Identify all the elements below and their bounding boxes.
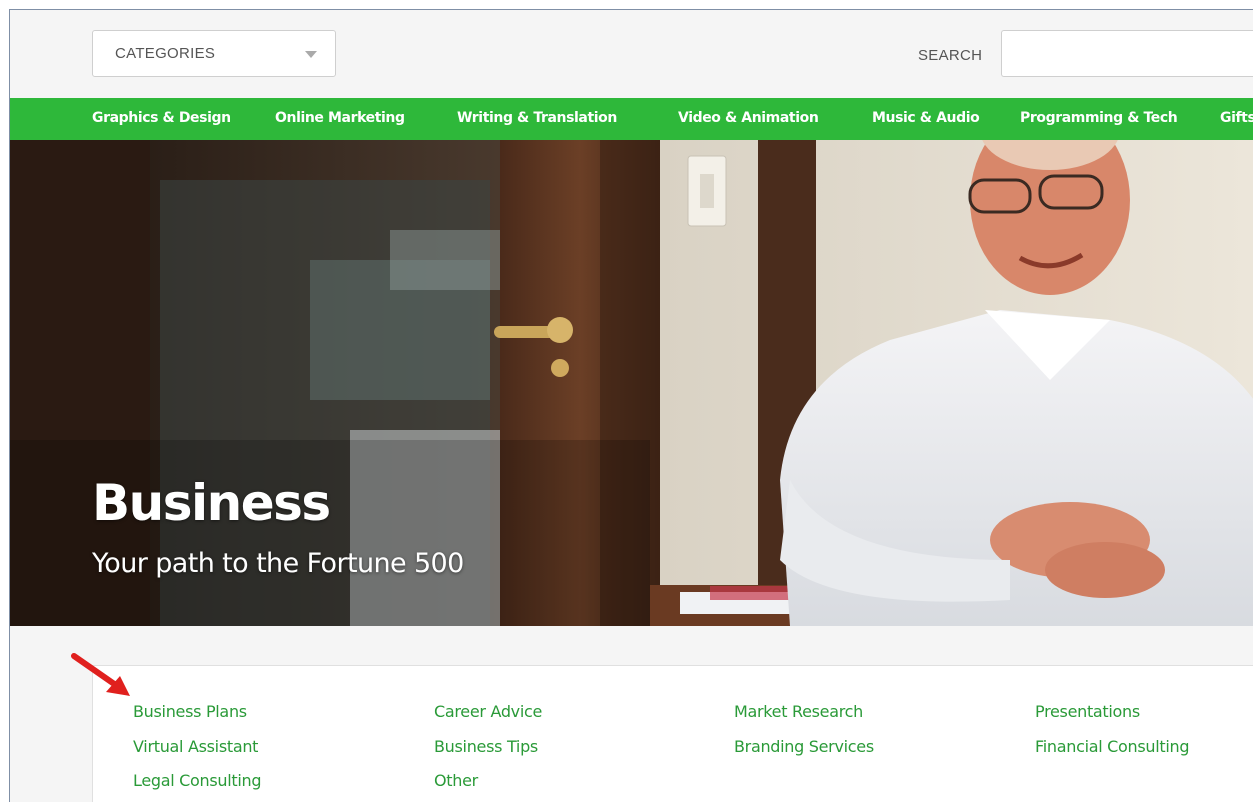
red-arrow-icon <box>71 653 130 696</box>
subcategory-financial-consulting[interactable]: Financial Consulting <box>1035 737 1190 756</box>
nav-item-gifts[interactable]: Gifts <box>1220 110 1253 126</box>
categories-label: CATEGORIES <box>115 45 216 62</box>
nav-item-music-audio[interactable]: Music & Audio <box>872 110 980 126</box>
caret-down-icon <box>305 51 317 58</box>
subcategory-other[interactable]: Other <box>434 771 478 790</box>
subcategory-virtual-assistant[interactable]: Virtual Assistant <box>133 737 258 756</box>
category-nav: Graphics & Design Online Marketing Writi… <box>10 98 1253 140</box>
subcategory-presentations[interactable]: Presentations <box>1035 702 1140 721</box>
subcategory-market-research[interactable]: Market Research <box>734 702 863 721</box>
search-input[interactable] <box>1001 30 1253 77</box>
subcategory-business-tips[interactable]: Business Tips <box>434 737 538 756</box>
categories-dropdown[interactable]: CATEGORIES <box>92 30 336 77</box>
top-bar: CATEGORIES SEARCH <box>10 10 1253 98</box>
nav-item-online-marketing[interactable]: Online Marketing <box>275 110 405 126</box>
nav-item-writing-translation[interactable]: Writing & Translation <box>457 110 617 126</box>
nav-item-graphics-design[interactable]: Graphics & Design <box>92 110 231 126</box>
search-label: SEARCH <box>918 47 983 64</box>
nav-item-video-animation[interactable]: Video & Animation <box>678 110 819 126</box>
subcategory-business-plans[interactable]: Business Plans <box>133 702 247 721</box>
hero-banner: Business Your path to the Fortune 500 <box>10 140 1253 626</box>
hero-title: Business <box>92 474 331 532</box>
page-frame: CATEGORIES SEARCH Graphics & Design Onli… <box>9 9 1253 802</box>
subcategory-branding-services[interactable]: Branding Services <box>734 737 874 756</box>
hero-subtitle: Your path to the Fortune 500 <box>92 548 464 579</box>
subcategory-panel: Business Plans Career Advice Market Rese… <box>92 665 1253 802</box>
subcategory-career-advice[interactable]: Career Advice <box>434 702 542 721</box>
subcategory-legal-consulting[interactable]: Legal Consulting <box>133 771 262 790</box>
nav-item-programming-tech[interactable]: Programming & Tech <box>1020 110 1178 126</box>
